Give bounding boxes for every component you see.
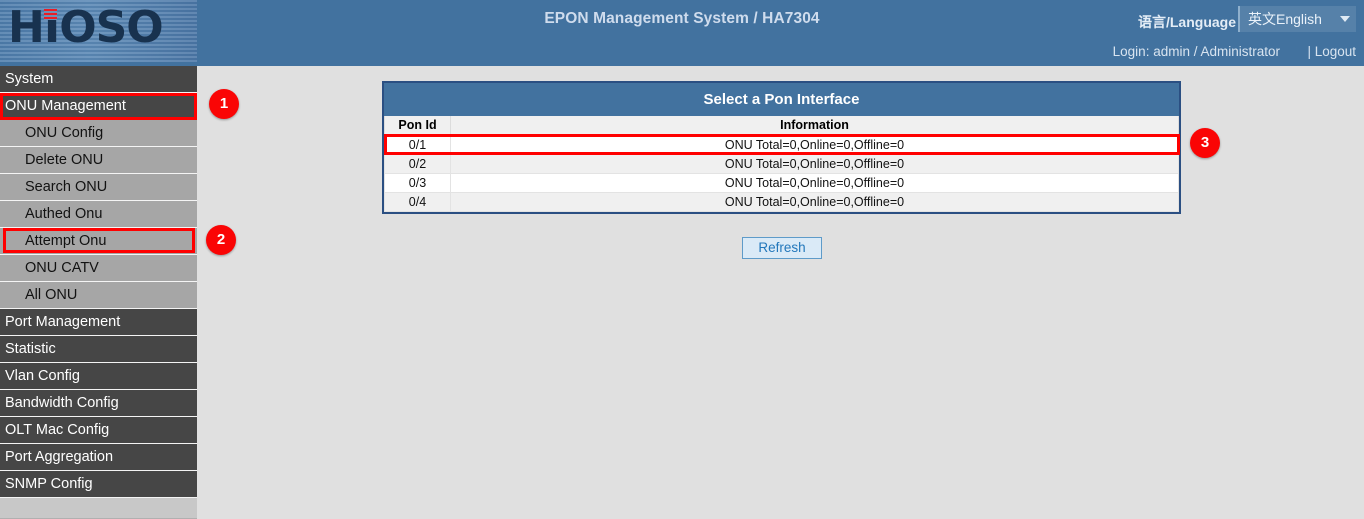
annotation-badge-2: 2 bbox=[206, 225, 236, 255]
column-header-information: Information bbox=[451, 116, 1179, 135]
sidebar-item-search-onu[interactable]: Search ONU bbox=[0, 174, 197, 201]
sidebar-item-onu-catv[interactable]: ONU CATV bbox=[0, 255, 197, 282]
sidebar-item-onu-management[interactable]: ONU Management bbox=[0, 93, 197, 120]
sidebar-item-olt-mac-config[interactable]: OLT Mac Config bbox=[0, 417, 197, 444]
sidebar-item-delete-onu[interactable]: Delete ONU bbox=[0, 147, 197, 174]
annotation-badge-3: 3 bbox=[1190, 128, 1220, 158]
sidebar-item-snmp-config[interactable]: SNMP Config bbox=[0, 471, 197, 498]
panel-title: Select a Pon Interface bbox=[384, 83, 1179, 116]
table-row[interactable]: 0/2ONU Total=0,Online=0,Offline=0 bbox=[385, 154, 1179, 173]
sidebar-item-onu-config[interactable]: ONU Config bbox=[0, 120, 197, 147]
refresh-button[interactable]: Refresh bbox=[742, 237, 822, 259]
annotation-badge-1: 1 bbox=[209, 89, 239, 119]
chevron-down-icon bbox=[1340, 16, 1350, 22]
table-row[interactable]: 0/4ONU Total=0,Online=0,Offline=0 bbox=[385, 192, 1179, 211]
cell-pon-id[interactable]: 0/1 bbox=[385, 135, 451, 154]
cell-information: ONU Total=0,Online=0,Offline=0 bbox=[451, 173, 1179, 192]
table-row[interactable]: 0/1ONU Total=0,Online=0,Offline=0 bbox=[385, 135, 1179, 154]
cell-pon-id[interactable]: 0/2 bbox=[385, 154, 451, 173]
sidebar: SystemONU ManagementONU ConfigDelete ONU… bbox=[0, 66, 197, 519]
main-content: Select a Pon Interface Pon Id Informatio… bbox=[197, 66, 1364, 519]
sidebar-item-port-aggregation[interactable]: Port Aggregation bbox=[0, 444, 197, 471]
language-select[interactable]: 英文English bbox=[1238, 6, 1356, 32]
language-label: 语言/Language bbox=[1138, 12, 1236, 32]
cell-information: ONU Total=0,Online=0,Offline=0 bbox=[451, 154, 1179, 173]
sidebar-item-statistic[interactable]: Statistic bbox=[0, 336, 197, 363]
pon-interface-table: Pon Id Information 0/1ONU Total=0,Online… bbox=[384, 116, 1179, 212]
sidebar-item-system[interactable]: System bbox=[0, 66, 197, 93]
page-header: HIOSO EPON Management System / HA7304 语言… bbox=[0, 0, 1364, 66]
table-row[interactable]: 0/3ONU Total=0,Online=0,Offline=0 bbox=[385, 173, 1179, 192]
sidebar-item-bandwidth-config[interactable]: Bandwidth Config bbox=[0, 390, 197, 417]
login-status: Login: admin / Administrator bbox=[1113, 44, 1280, 59]
column-header-pon-id: Pon Id bbox=[385, 116, 451, 135]
page-root: HIOSO EPON Management System / HA7304 语言… bbox=[0, 0, 1364, 519]
sidebar-item-vlan-config[interactable]: Vlan Config bbox=[0, 363, 197, 390]
table-header-row: Pon Id Information bbox=[385, 116, 1179, 135]
sidebar-item-port-management[interactable]: Port Management bbox=[0, 309, 197, 336]
language-select-value: 英文English bbox=[1248, 9, 1336, 29]
sidebar-item-authed-onu[interactable]: Authed Onu bbox=[0, 201, 197, 228]
table-body: 0/1ONU Total=0,Online=0,Offline=00/2ONU … bbox=[385, 135, 1179, 211]
pon-interface-panel: Select a Pon Interface Pon Id Informatio… bbox=[382, 81, 1181, 214]
cell-pon-id[interactable]: 0/3 bbox=[385, 173, 451, 192]
cell-information: ONU Total=0,Online=0,Offline=0 bbox=[451, 135, 1179, 154]
sidebar-item-all-onu[interactable]: All ONU bbox=[0, 282, 197, 309]
cell-pon-id[interactable]: 0/4 bbox=[385, 192, 451, 211]
sidebar-item-attempt-onu[interactable]: Attempt Onu bbox=[0, 228, 197, 255]
cell-information: ONU Total=0,Online=0,Offline=0 bbox=[451, 192, 1179, 211]
logout-link[interactable]: | Logout bbox=[1307, 44, 1356, 59]
